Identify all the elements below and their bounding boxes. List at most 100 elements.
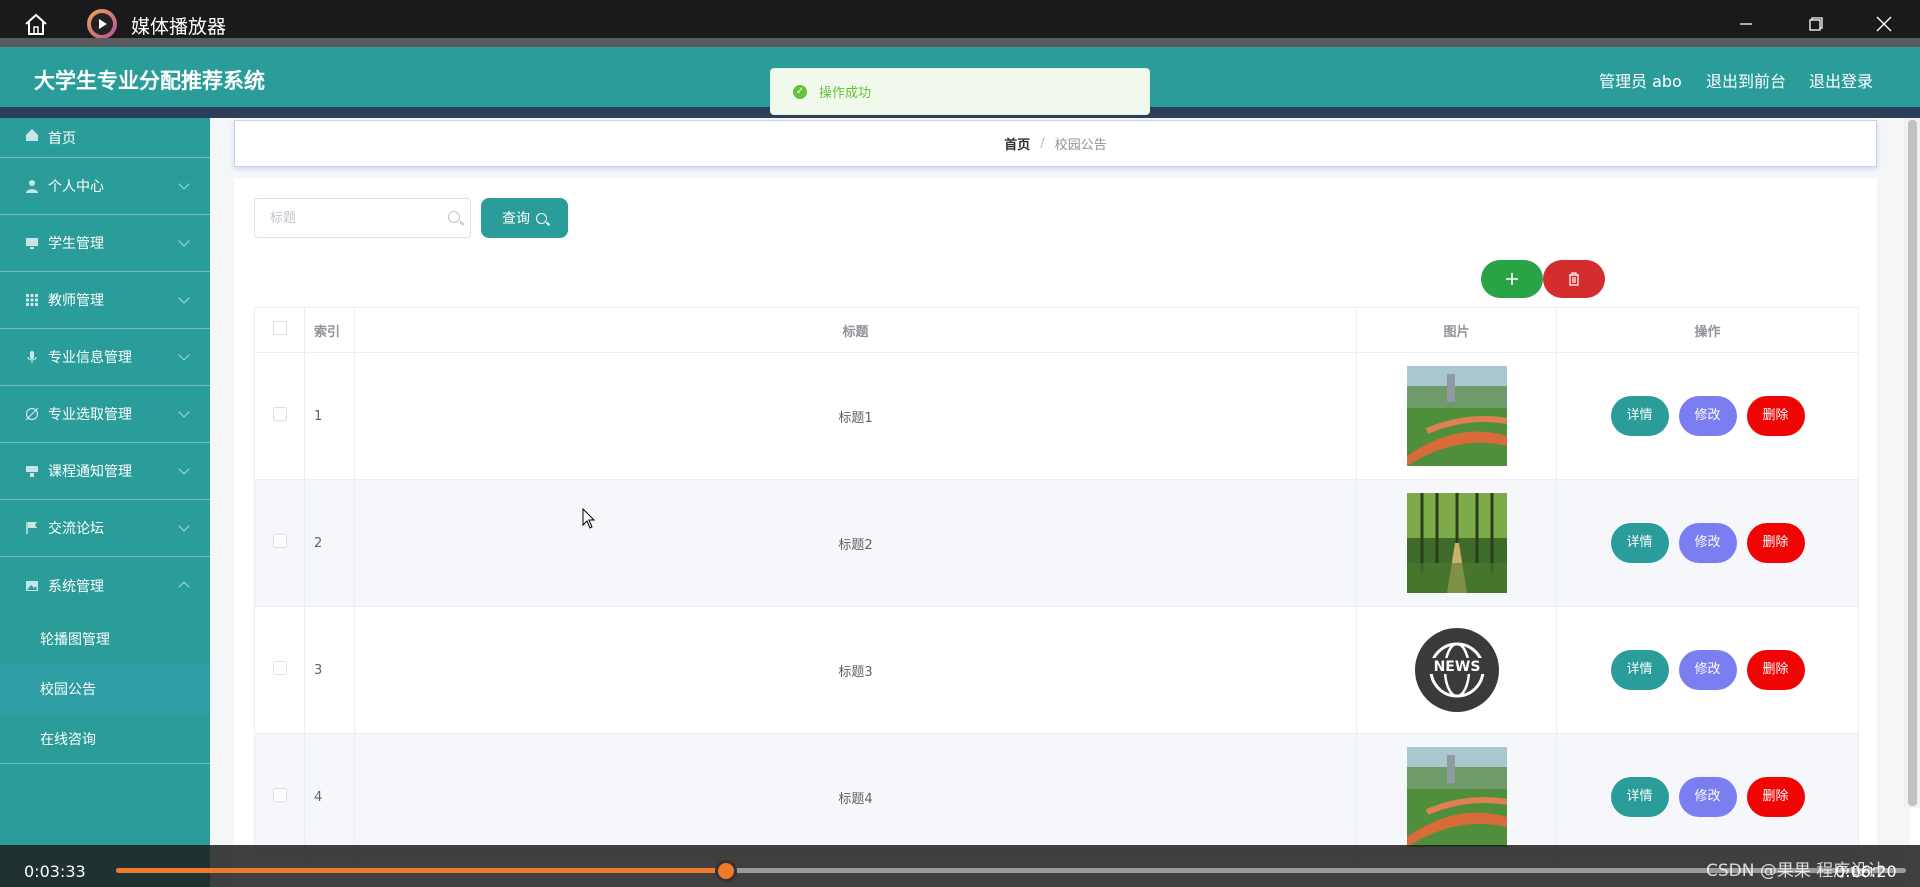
user-icon	[26, 180, 38, 193]
sidebar-item-personal[interactable]: 个人中心	[0, 158, 210, 215]
sidebar-item-label: 系统管理	[48, 578, 104, 595]
chevron-down-icon	[178, 520, 190, 532]
sidebar-item-home[interactable]: 首页	[0, 118, 210, 158]
compass-icon	[25, 407, 39, 421]
sidebar-item-label: 教师管理	[48, 293, 104, 309]
chevron-down-icon	[178, 178, 190, 190]
detail-button[interactable]: 详情	[1610, 396, 1669, 436]
stadium-photo[interactable]	[1406, 366, 1507, 466]
row-index: 4	[304, 733, 355, 861]
main-area: 首页 / 校园公告 查询 索引 标题 图片 操作	[210, 118, 1910, 887]
sidebar-item-label: 课程通知管理	[48, 464, 132, 480]
detail-button[interactable]: 详情	[1610, 777, 1669, 817]
search-field[interactable]	[254, 198, 471, 238]
row-index: 2	[304, 479, 355, 607]
row-checkbox[interactable]	[272, 661, 287, 675]
close-button[interactable]	[1864, 8, 1904, 40]
breadcrumb: 首页 / 校园公告	[234, 120, 1877, 167]
news-globe-icon[interactable]: NEWS	[1407, 620, 1507, 720]
chevron-down-icon	[178, 406, 190, 418]
edit-button[interactable]: 修改	[1678, 396, 1737, 436]
edit-button[interactable]: 修改	[1678, 523, 1737, 563]
sidebar: 首页 个人中心 学生管理 教师管理 专业信息管理 专业选取管理 课程通知管理 交…	[0, 118, 210, 887]
home-icon[interactable]	[22, 10, 50, 38]
sidebar-subitem-carousel[interactable]: 轮播图管理	[0, 614, 210, 664]
chevron-up-icon	[178, 581, 190, 593]
check-circle-icon: ✓	[793, 84, 807, 99]
chevron-down-icon	[178, 349, 190, 361]
home-icon	[26, 129, 38, 141]
row-image-cell	[1356, 479, 1557, 607]
search-icon	[536, 212, 547, 224]
column-header-title: 标题	[354, 307, 1357, 353]
current-time: 0:03:33	[24, 862, 86, 881]
row-checkbox[interactable]	[272, 407, 287, 421]
row-title: 标题4	[354, 733, 1357, 861]
row-checkbox-cell	[254, 479, 305, 607]
toast-message: 操作成功	[819, 86, 872, 101]
batch-delete-button[interactable]	[1543, 260, 1605, 298]
add-button[interactable]	[1481, 260, 1543, 298]
breadcrumb-home[interactable]: 首页	[1004, 134, 1030, 153]
system-title: 大学生专业分配推荐系统	[34, 69, 265, 93]
title-bar-strip	[0, 38, 1920, 47]
query-button[interactable]: 查询	[481, 198, 568, 238]
seek-handle[interactable]	[715, 860, 737, 882]
sidebar-item-system[interactable]: 系统管理	[0, 557, 210, 614]
delete-button[interactable]: 删除	[1746, 777, 1805, 817]
row-checkbox[interactable]	[272, 534, 287, 548]
breadcrumb-separator: /	[1040, 136, 1045, 151]
delete-button[interactable]: 删除	[1746, 523, 1805, 563]
detail-button[interactable]: 详情	[1610, 523, 1669, 563]
chevron-down-icon	[178, 463, 190, 475]
select-all-cell	[254, 307, 305, 353]
grid-icon	[26, 294, 38, 306]
sidebar-item-students[interactable]: 学生管理	[0, 215, 210, 272]
sidebar-item-major-selection[interactable]: 专业选取管理	[0, 386, 210, 443]
sidebar-item-course-notices[interactable]: 课程通知管理	[0, 443, 210, 500]
sidebar-subitem-consult[interactable]: 在线咨询	[0, 714, 210, 764]
admin-user-label[interactable]: 管理员 abo	[1599, 68, 1682, 92]
sidebar-item-teachers[interactable]: 教师管理	[0, 272, 210, 329]
logout-link[interactable]: 退出登录	[1809, 68, 1873, 92]
chevron-down-icon	[178, 235, 190, 247]
search-input[interactable]	[255, 199, 435, 237]
sidebar-item-forum[interactable]: 交流论坛	[0, 500, 210, 557]
sidebar-item-label: 个人中心	[48, 179, 104, 195]
select-all-checkbox[interactable]	[272, 321, 287, 335]
table-row: 4 标题4 详情 修改 删除	[254, 733, 1859, 861]
sidebar-item-major-info[interactable]: 专业信息管理	[0, 329, 210, 386]
success-toast: ✓ 操作成功	[770, 68, 1150, 115]
row-title: 标题2	[354, 479, 1357, 607]
content-panel: 查询 索引 标题 图片 操作 1	[234, 178, 1877, 887]
delete-button[interactable]: 删除	[1746, 396, 1805, 436]
row-checkbox-cell	[254, 606, 305, 734]
edit-button[interactable]: 修改	[1678, 777, 1737, 817]
row-image-cell: NEWS	[1356, 606, 1557, 734]
sidebar-item-label: 交流论坛	[48, 521, 104, 537]
row-image-cell	[1356, 352, 1557, 480]
scrollbar-thumb[interactable]	[1908, 120, 1917, 806]
forest-path-photo[interactable]	[1406, 493, 1507, 593]
row-actions: 详情 修改 删除	[1556, 479, 1859, 607]
notice-table: 索引 标题 图片 操作 1 标题1 详情 修改 删除 2 标题2 详情 修改 删…	[254, 307, 1859, 861]
sidebar-subitem-campus-notice[interactable]: 校园公告	[0, 664, 210, 714]
detail-button[interactable]: 详情	[1610, 650, 1669, 690]
restore-button[interactable]	[1796, 8, 1836, 40]
monitor-icon	[26, 238, 38, 249]
delete-button[interactable]: 删除	[1746, 650, 1805, 690]
vertical-scrollbar[interactable]	[1904, 118, 1920, 808]
row-checkbox-cell	[254, 352, 305, 480]
minimize-button[interactable]	[1726, 8, 1766, 40]
edit-button[interactable]: 修改	[1678, 650, 1737, 690]
stadium-photo[interactable]	[1406, 747, 1507, 847]
table-row: 1 标题1 详情 修改 删除	[254, 352, 1859, 480]
sidebar-item-label: 专业选取管理	[48, 407, 132, 423]
row-checkbox[interactable]	[272, 788, 287, 802]
column-header-action: 操作	[1556, 307, 1859, 353]
search-icon	[448, 211, 460, 223]
plus-icon	[1506, 273, 1518, 285]
exit-to-front-link[interactable]: 退出到前台	[1706, 68, 1786, 92]
bell-icon	[26, 466, 38, 477]
image-icon	[26, 580, 38, 591]
